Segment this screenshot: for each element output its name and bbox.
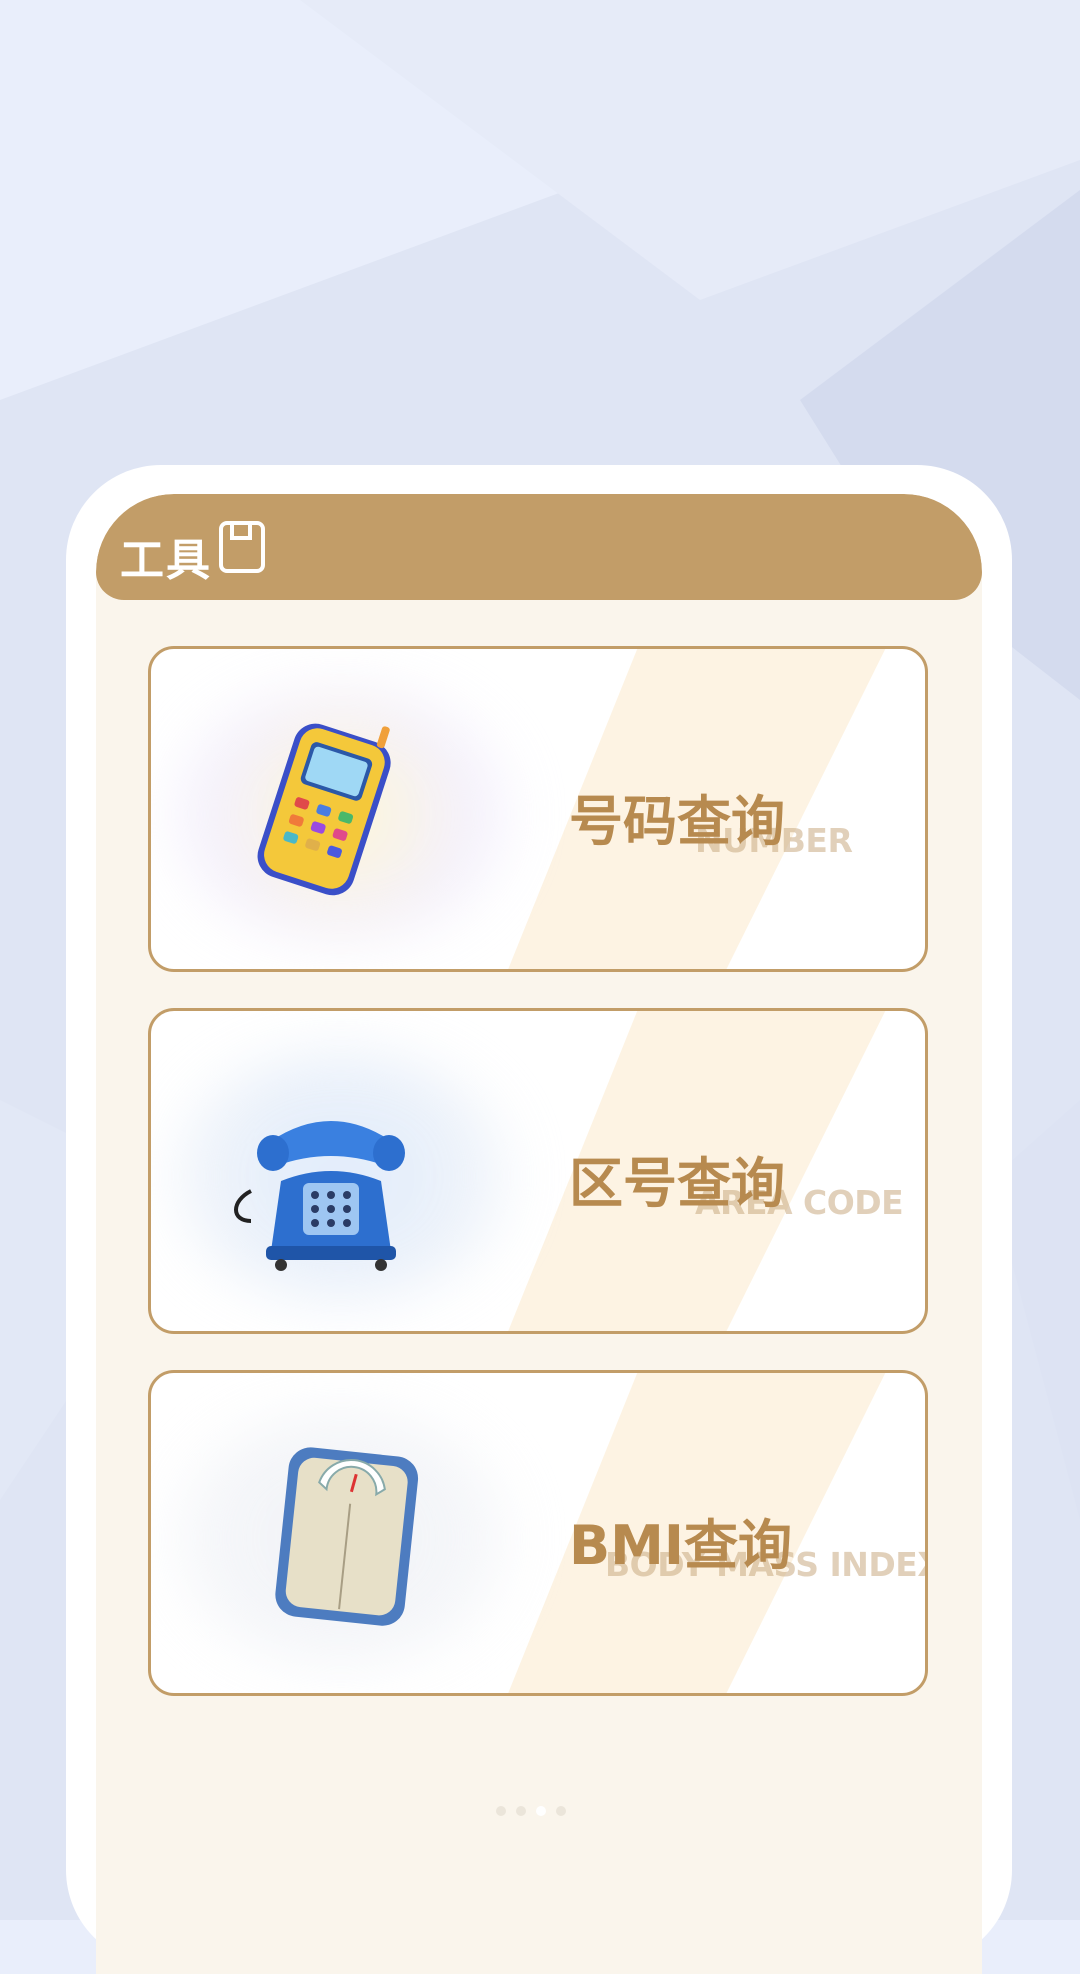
card-title: 区号查询 [569,1152,785,1215]
tool-card-area-code[interactable]: AREA CODE 区号查询 [148,1008,928,1334]
pagination-dot[interactable] [516,1806,526,1816]
mobile-phone-icon [257,723,391,896]
pagination-dot[interactable] [556,1806,566,1816]
bookmark-icon[interactable] [218,520,266,574]
page-title: 工具 [120,535,212,586]
telephone-icon [234,1121,405,1271]
card-title: BMI查询 [569,1514,792,1577]
pagination-dot[interactable] [496,1806,506,1816]
pagination-dot-active[interactable] [536,1806,546,1816]
tool-card-number[interactable]: NUMBER 号码查询 [148,646,928,972]
tool-card-bmi[interactable]: BODY MASS INDEX BMI查询 [148,1370,928,1696]
card-title: 号码查询 [569,790,785,853]
pagination-dots [496,1806,566,1816]
scale-icon [275,1447,419,1626]
header-bar: 工具 [96,494,982,600]
